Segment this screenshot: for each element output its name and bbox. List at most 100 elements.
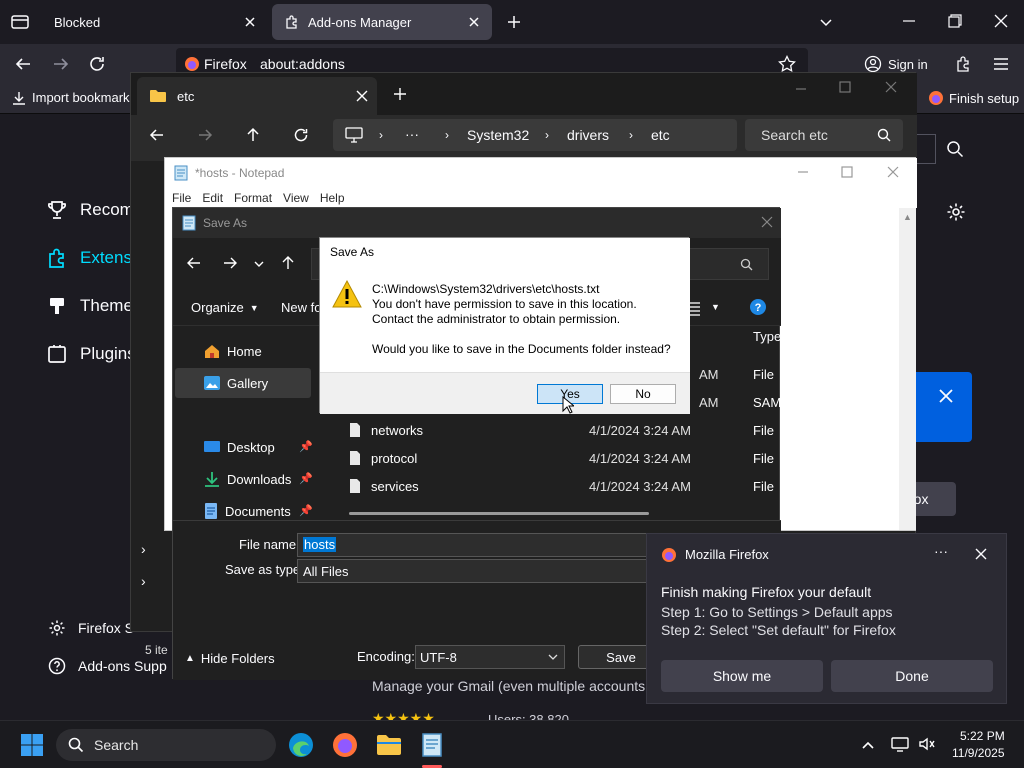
close-icon[interactable] <box>938 388 954 404</box>
show-me-button[interactable]: Show me <box>661 660 823 692</box>
close-icon[interactable] <box>466 14 482 30</box>
up-icon[interactable] <box>281 256 295 270</box>
bookmark-star-icon[interactable] <box>778 55 796 73</box>
back-icon[interactable] <box>149 127 165 143</box>
no-button[interactable]: No <box>610 384 676 404</box>
close-icon[interactable] <box>975 548 987 560</box>
menu-edit[interactable]: Edit <box>202 188 223 208</box>
minimize-icon[interactable] <box>797 166 809 178</box>
maximize-icon[interactable] <box>841 166 853 178</box>
back-icon[interactable] <box>187 256 201 270</box>
list-item[interactable]: services 4/1/2024 3:24 AM File <box>349 472 774 500</box>
sidebar-footer-firefox-settings[interactable]: Firefox S <box>48 616 134 640</box>
sidebar-footer-addons-support[interactable]: Add-ons Supp <box>48 654 167 678</box>
new-tab-icon[interactable] <box>393 87 407 101</box>
clock-date[interactable]: 11/9/2025 <box>952 746 1005 760</box>
help-icon[interactable]: ? <box>749 298 767 316</box>
close-window-icon[interactable] <box>887 166 899 178</box>
explorer-tab-etc[interactable]: etc <box>137 77 377 115</box>
tab-addons-manager[interactable]: Add-ons Manager <box>272 4 492 40</box>
horizontal-scrollbar[interactable] <box>349 512 649 515</box>
close-window-icon[interactable] <box>885 81 897 93</box>
menu-view[interactable]: View <box>283 188 309 208</box>
gear-icon[interactable] <box>946 202 966 222</box>
back-icon[interactable] <box>14 55 32 73</box>
scroll-up-icon[interactable]: ▲ <box>903 212 912 222</box>
up-icon[interactable] <box>245 127 261 143</box>
explorer-search-box[interactable]: Search etc <box>745 119 903 151</box>
refresh-icon[interactable] <box>293 127 309 143</box>
close-icon[interactable] <box>242 14 258 30</box>
hamburger-menu-icon[interactable] <box>992 55 1010 73</box>
tab-blocked[interactable]: Blocked <box>42 4 268 40</box>
list-item[interactable]: networks 4/1/2024 3:24 AM File <box>349 416 774 444</box>
file-explorer-taskbar-icon[interactable] <box>375 733 403 757</box>
sidebar-label: Extensi <box>80 248 136 267</box>
search-icon[interactable] <box>946 140 964 158</box>
minimize-icon[interactable] <box>902 14 916 28</box>
file-date: 4/1/2024 3:24 AM <box>589 422 691 438</box>
breadcrumb-system32[interactable]: System32 <box>467 127 529 143</box>
new-folder-button[interactable]: New fo <box>281 300 321 315</box>
chevron-right-icon: › <box>629 128 633 142</box>
extensions-icon[interactable] <box>955 55 973 73</box>
chevron-right-icon[interactable]: › <box>141 573 146 589</box>
sidebar-item-extensions[interactable]: Extensi <box>46 242 136 274</box>
explorer-address-bar[interactable]: › ··· › System32 › drivers › etc <box>333 119 737 151</box>
firefox-logo-icon <box>928 90 944 106</box>
tree-item-home[interactable]: Home <box>203 336 262 366</box>
tree-item-desktop[interactable]: Desktop 📌 <box>203 432 313 462</box>
encoding-select[interactable]: UTF-8 <box>415 645 565 669</box>
firefox-taskbar-icon[interactable] <box>331 731 359 759</box>
explorer-tab-bar: etc <box>131 73 917 115</box>
close-icon[interactable] <box>761 216 773 228</box>
menu-format[interactable]: Format <box>234 188 272 208</box>
done-button[interactable]: Done <box>831 660 993 692</box>
close-window-icon[interactable] <box>994 14 1008 28</box>
new-tab-icon[interactable] <box>506 14 522 30</box>
edge-icon[interactable] <box>287 731 315 759</box>
chevron-right-icon[interactable]: › <box>141 541 146 557</box>
forward-icon[interactable] <box>223 256 237 270</box>
list-item[interactable]: protocol 4/1/2024 3:24 AM File <box>349 444 774 472</box>
tree-item-gallery[interactable]: Gallery <box>175 368 311 398</box>
search-icon[interactable] <box>740 258 753 271</box>
clock-time[interactable]: 5:22 PM <box>960 729 1005 743</box>
notepad-taskbar-icon[interactable] <box>419 731 445 759</box>
sidebar-item-plugins[interactable]: Plugins <box>46 338 136 370</box>
close-icon[interactable] <box>355 89 369 103</box>
firefox-default-notification: Mozilla Firefox ··· Finish making Firefo… <box>646 533 1007 704</box>
forward-icon[interactable] <box>52 55 70 73</box>
reload-icon[interactable] <box>88 55 106 73</box>
maximize-icon[interactable] <box>839 81 851 93</box>
network-icon[interactable] <box>891 735 909 753</box>
breadcrumb-drivers[interactable]: drivers <box>567 127 609 143</box>
caret-down-icon[interactable]: ▼ <box>711 302 720 312</box>
import-bookmarks-button[interactable]: Import bookmarks <box>12 90 136 105</box>
url-text[interactable]: about:addons <box>260 56 345 72</box>
warning-question: Would you like to save in the Documents … <box>372 342 671 356</box>
minimize-icon[interactable] <box>795 83 807 95</box>
chevron-down-icon[interactable] <box>818 14 834 30</box>
menu-file[interactable]: File <box>172 188 191 208</box>
organize-button[interactable]: Organize ▼ <box>191 300 259 315</box>
menu-help[interactable]: Help <box>320 188 345 208</box>
volume-icon[interactable] <box>918 735 936 753</box>
taskbar-search-box[interactable]: Search <box>56 729 276 761</box>
notepad-scrollbar[interactable]: ▲ <box>899 208 916 530</box>
sidebar-item-themes[interactable]: Themes <box>46 290 141 322</box>
finish-setup-button[interactable]: Finish setup <box>928 90 1019 106</box>
forward-icon[interactable] <box>197 127 213 143</box>
hide-folders-button[interactable]: ▲ Hide Folders <box>185 651 275 666</box>
restore-icon[interactable] <box>948 14 962 28</box>
more-options-icon[interactable]: ··· <box>934 543 948 559</box>
breadcrumb-etc[interactable]: etc <box>651 127 670 143</box>
tree-item-downloads[interactable]: Downloads 📌 <box>203 464 313 494</box>
more-crumbs-icon[interactable]: ··· <box>405 126 419 142</box>
puzzle-icon <box>46 247 70 269</box>
chevron-down-icon[interactable] <box>253 258 265 270</box>
windows-start-icon[interactable] <box>20 733 44 757</box>
tab-list-icon[interactable] <box>10 12 30 32</box>
chevron-up-icon[interactable] <box>860 737 876 753</box>
search-field-fragment[interactable] <box>916 134 936 164</box>
